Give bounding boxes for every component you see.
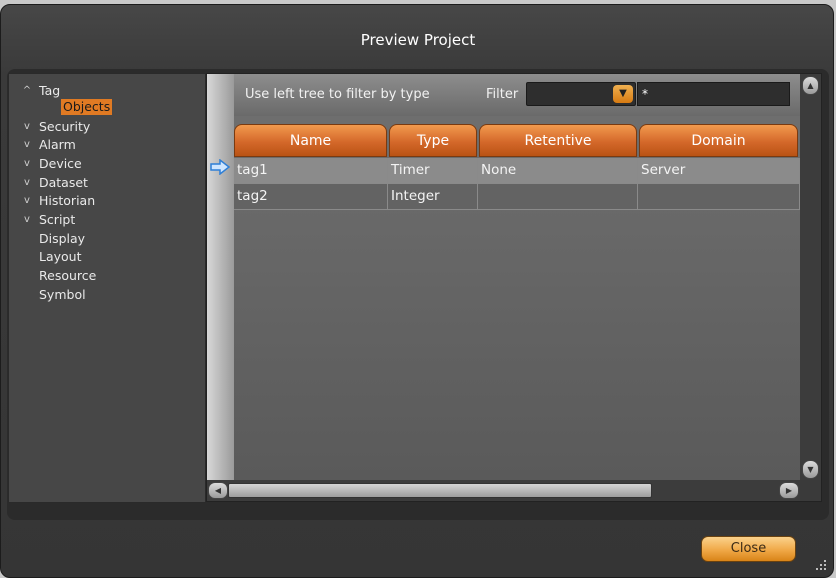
column-header-retentive[interactable]: Retentive [479, 124, 637, 157]
table-row[interactable]: tag1 Timer None Server [234, 158, 800, 184]
scroll-up-icon[interactable]: ▲ [802, 76, 819, 95]
chevron-down-icon: v [24, 214, 30, 225]
chevron-down-icon: v [24, 121, 30, 132]
scroll-down-icon[interactable]: ▼ [802, 460, 819, 479]
tree-item-script[interactable]: v Script [9, 211, 199, 229]
cell-type[interactable]: Integer [388, 184, 478, 209]
column-header-type[interactable]: Type [389, 124, 477, 157]
horizontal-scroll-thumb[interactable] [228, 483, 652, 498]
tree-item-display[interactable]: Display [9, 230, 199, 248]
tree-item-label: Device [39, 156, 82, 171]
tree-item-alarm[interactable]: v Alarm [9, 136, 199, 154]
resize-grip-icon[interactable] [812, 556, 828, 572]
scroll-right-icon[interactable]: ▶ [779, 482, 799, 499]
tree-item-security[interactable]: v Security [9, 118, 199, 136]
column-header-domain[interactable]: Domain [639, 124, 798, 157]
tree-item-symbol[interactable]: Symbol [9, 286, 199, 304]
tree-item-label: Dataset [39, 175, 88, 190]
scroll-left-icon[interactable]: ◀ [208, 482, 228, 499]
chevron-down-icon: v [24, 158, 30, 169]
tree-item-label: Symbol [39, 287, 86, 302]
cell-type[interactable]: Timer [388, 158, 478, 183]
vertical-scrollbar[interactable] [800, 74, 821, 480]
tree-item-dataset[interactable]: v Dataset [9, 174, 199, 192]
tree-item-label: Display [39, 231, 86, 246]
filter-text-input[interactable] [637, 82, 790, 106]
column-header-name[interactable]: Name [234, 124, 387, 157]
cell-domain[interactable] [638, 184, 800, 209]
tree-item-device[interactable]: v Device [9, 155, 199, 173]
filter-label: Filter [486, 87, 519, 102]
cell-domain[interactable]: Server [638, 158, 800, 183]
tree-item-label: Historian [39, 193, 96, 208]
type-tree: ^ Tag Objects v Security v Alarm v Devic… [8, 73, 206, 503]
filter-type-select[interactable]: ▼ [526, 82, 636, 106]
cell-retentive[interactable] [478, 184, 638, 209]
current-row-arrow-icon [210, 159, 231, 175]
row-header-column [207, 74, 234, 480]
chevron-down-icon: v [24, 139, 30, 150]
tree-item-label: Layout [39, 249, 82, 264]
tree-item-historian[interactable]: v Historian [9, 192, 199, 210]
tree-item-label: Alarm [39, 137, 76, 152]
tree-item-label: Security [39, 119, 91, 134]
tree-item-label: Resource [39, 268, 97, 283]
filter-hint-text: Use left tree to filter by type [245, 87, 430, 102]
tree-item-layout[interactable]: Layout [9, 248, 199, 266]
cell-name[interactable]: tag1 [234, 158, 388, 183]
cell-name[interactable]: tag2 [234, 184, 388, 209]
chevron-down-icon: v [24, 195, 30, 206]
table-row[interactable]: tag2 Integer [234, 184, 800, 210]
tree-item-objects[interactable]: Objects [9, 98, 199, 116]
chevron-down-icon[interactable]: ▼ [613, 85, 633, 103]
tree-item-label: Objects [61, 99, 113, 115]
close-button[interactable]: Close [701, 536, 796, 562]
tree-item-resource[interactable]: Resource [9, 267, 199, 285]
chevron-down-icon: v [24, 177, 30, 188]
cell-retentive[interactable]: None [478, 158, 638, 183]
tree-item-label: Script [39, 212, 76, 227]
dialog-title: Preview Project [360, 31, 476, 49]
